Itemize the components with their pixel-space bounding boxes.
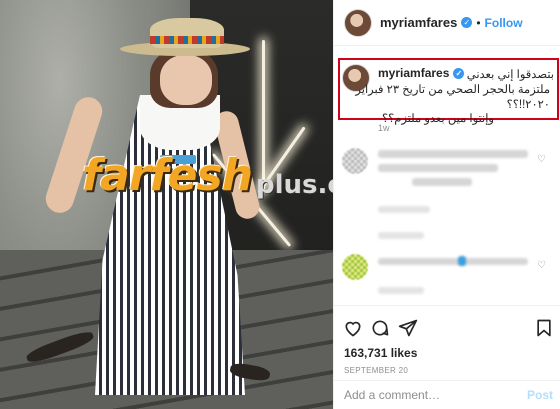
verified-badge-icon: ✓ <box>461 17 473 28</box>
action-bar: 163,731 likes SEPTEMBER 20 Post <box>334 305 560 409</box>
comment-like-icon[interactable]: ♡ <box>537 154 546 165</box>
comment-bubble-icon[interactable] <box>370 318 390 338</box>
post-sidebar: myriamfares ✓ • Follow myriamfares ✓ بتصد… <box>333 0 560 409</box>
post-comment-button[interactable]: Post <box>527 388 553 402</box>
blurred-emoji <box>458 256 466 266</box>
blurred-text <box>378 287 424 294</box>
post-date: SEPTEMBER 20 <box>344 366 409 375</box>
separator-dot: • <box>476 15 481 30</box>
header-username[interactable]: myriamfares <box>380 15 457 30</box>
likes-count[interactable]: 163,731 likes <box>344 346 417 360</box>
caption-username[interactable]: myriamfares ✓ <box>378 66 465 80</box>
comment-input[interactable] <box>344 388 514 402</box>
comment-like-icon[interactable]: ♡ <box>537 260 546 271</box>
blurred-text <box>378 258 528 265</box>
hat-band <box>150 36 224 44</box>
caption-line: وإنتوا مين بعدو ملتزم؟؟ <box>382 113 494 125</box>
face <box>160 55 212 105</box>
heart-icon[interactable] <box>343 318 363 338</box>
watermark-logo: farfesh <box>82 150 253 201</box>
comment-item: ♡ <box>342 254 552 300</box>
comment-item: ♡ <box>342 148 552 239</box>
avatar[interactable] <box>344 8 372 37</box>
blurred-text <box>378 232 424 239</box>
post-header: myriamfares ✓ • Follow <box>334 0 560 46</box>
caption-line: ٢٠٢٠!!؟؟ <box>506 99 550 111</box>
paper-plane-icon[interactable] <box>398 318 418 338</box>
verified-badge-icon: ✓ <box>453 68 465 80</box>
blurred-text <box>412 178 472 186</box>
caption-line: ملتزمة بالحجر الصحي من تاريخ ٢٣ فبراير <box>355 84 550 96</box>
caption-time: 1w <box>378 123 390 133</box>
comment-bar: Post <box>334 380 560 409</box>
caption-line: بتصدقوا إني بعدني <box>466 69 554 81</box>
follow-button[interactable]: Follow <box>485 16 523 30</box>
blurred-text <box>378 206 430 213</box>
bookmark-icon[interactable] <box>534 318 554 338</box>
watermark-suffix: plus.com <box>256 170 333 200</box>
comment-avatar[interactable] <box>342 254 368 280</box>
caption-username-text[interactable]: myriamfares <box>378 66 449 80</box>
blurred-text <box>378 164 498 172</box>
blurred-text <box>378 150 528 158</box>
post-photo[interactable]: farfesh plus.com <box>0 0 333 409</box>
comment-avatar[interactable] <box>342 148 368 174</box>
